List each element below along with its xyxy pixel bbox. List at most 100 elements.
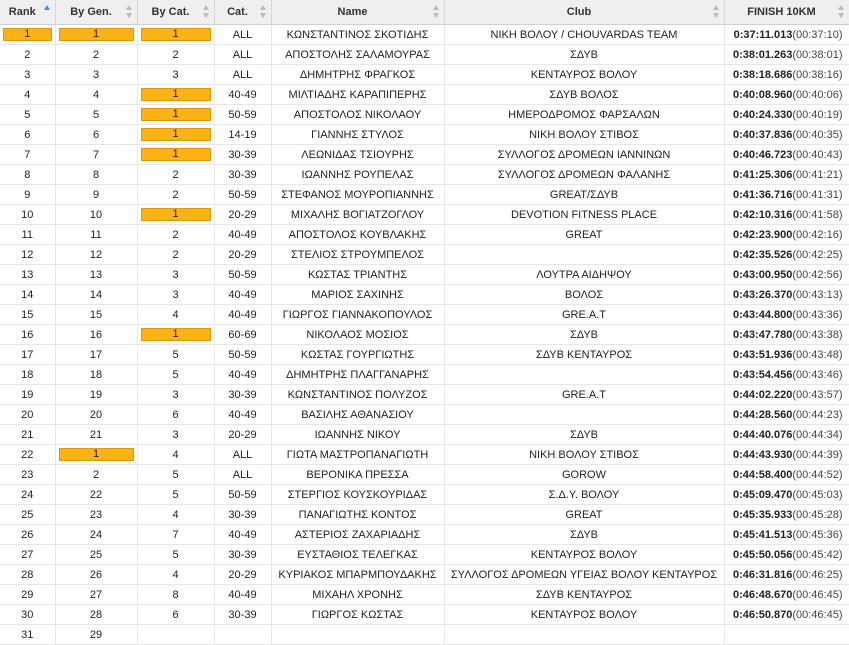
column-header-cat[interactable]: Cat. — [214, 0, 272, 25]
table-row[interactable]: 1 1 1 ALL ΚΩΝΣΤΑΝΤΙΝΟΣ ΣΚΟΤΙΔΗΣ ΝΙΚΗ ΒΟΛΟΥ / … — [0, 24, 849, 45]
table-row[interactable]: 26 24 7 40-49 ΑΣΤΕΡΙΟΣ ΖΑΧΑΡΙΑΔΗΣ ΣΔΥΒ 0:45:41… — [0, 524, 849, 545]
cell-rank: 27 — [0, 544, 56, 565]
cell-finish-time: 0:40:46.723(00:40:43) — [724, 144, 849, 165]
cell-cat: ALL — [214, 24, 272, 45]
column-header-cat-label: Cat. — [227, 6, 248, 18]
finish-time: 0:45:09.470 — [733, 488, 793, 501]
cell-by-gen: 14 — [55, 284, 138, 305]
cell-by-gen: 21 — [55, 424, 138, 445]
table-row[interactable]: 24 22 5 50-59 ΣΤΕΡΓΙΟΣ ΚΟΥΣΚΟΥΡΙΔΑΣ Σ.Δ.Υ. ΒΟ… — [0, 484, 849, 505]
cell-by-cat: 8 — [137, 584, 215, 605]
cell-rank: 5 — [0, 104, 56, 125]
table-row[interactable]: 17 17 5 50-59 ΚΩΣΤΑΣ ΓΟΥΡΓΙΩΤΗΣ ΣΔΥΒ ΚΕΝΤΑΥΡΟ… — [0, 344, 849, 365]
cell-by-cat: 1 — [137, 204, 215, 225]
cell-finish-time: 0:43:51.936(00:43:48) — [724, 344, 849, 365]
cell-name: ΓΙΩΡΓΟΣ ΚΩΣΤΑΣ — [271, 604, 445, 625]
cell-club: ΣΔΥΒ ΚΕΝΤΑΥΡΟΣ — [444, 584, 725, 605]
table-row[interactable]: 4 4 1 40-49 ΜΙΛΤΙΑΔΗΣ ΚΑΡΑΠΙΠΕΡΗΣ ΣΔΥΒ ΒΟΛΟΣ 0… — [0, 84, 849, 105]
cell-rank: 12 — [0, 244, 56, 265]
cell-rank: 16 — [0, 324, 56, 345]
highlight-badge: 1 — [140, 208, 211, 221]
cell-finish-time: 0:43:54.456(00:43:46) — [724, 364, 849, 385]
highlight-badge: 1 — [58, 448, 134, 461]
table-row[interactable]: 12 12 2 20-29 ΣΤΕΛΙΟΣ ΣΤΡΟΥΜΠΕΛΟΣ 0:42:35.526… — [0, 244, 849, 265]
cell-by-cat: 1 — [137, 144, 215, 165]
column-header-club[interactable]: Club — [444, 0, 725, 25]
table-row[interactable]: 27 25 5 30-39 ΕΥΣΤΑΘΙΟΣ ΤΕΛΕΓΚΑΣ ΚΕΝΤΑΥΡΟΣ ΒΟ… — [0, 544, 849, 565]
finish-time-net: (00:43:38) — [792, 328, 843, 341]
table-row[interactable]: 21 21 3 20-29 ΙΩΑΝΝΗΣ ΝΙΚΟΥ ΣΔΥΒ 0:44:40.076(0… — [0, 424, 849, 445]
column-header-name[interactable]: Name — [271, 0, 445, 25]
table-row[interactable]: 6 6 1 14-19 ΓΙΑΝΝΗΣ ΣΤΥΛΟΣ ΝΙΚΗ ΒΟΛΟΥ ΣΤΙΒΟΣ 0… — [0, 124, 849, 145]
table-row[interactable]: 9 9 2 50-59 ΣΤΕΦΑΝΟΣ ΜΟΥΡΟΠΙΑΝΝΗΣ GREAT/ΣΔΥΒ 0… — [0, 184, 849, 205]
column-header-rank[interactable]: Rank — [0, 0, 56, 25]
cell-rank: 9 — [0, 184, 56, 205]
table-row[interactable]: 7 7 1 30-39 ΛΕΩΝΙΔΑΣ ΤΣΙΟΥΡΗΣ ΣΥΛΛΟΓΟΣ ΔΡΟΜΕΩ… — [0, 144, 849, 165]
cell-rank: 23 — [0, 464, 56, 485]
table-row[interactable]: 3 3 3 ALL ΔΗΜΗΤΡΗΣ ΦΡΑΓΚΟΣ ΚΕΝΤΑΥΡΟΣ ΒΟΛΟΥ 0:3… — [0, 64, 849, 85]
cell-club: Σ.Δ.Υ. ΒΟΛΟΥ — [444, 484, 725, 505]
cell-by-gen: 27 — [55, 584, 138, 605]
cell-rank: 8 — [0, 164, 56, 185]
cell-by-cat: 1 — [137, 104, 215, 125]
cell-by-cat: 5 — [137, 544, 215, 565]
table-row[interactable]: 28 26 4 20-29 ΚΥΡΙΑΚΟΣ ΜΠΑΡΜΠΟΥΔΑΚΗΣ ΣΥΛΛΟΓΟΣ… — [0, 564, 849, 585]
cell-finish-time: 0:44:43.930(00:44:39) — [724, 444, 849, 465]
finish-time-net: (00:45:03) — [792, 488, 843, 501]
cell-rank: 29 — [0, 584, 56, 605]
cell-finish-time: 0:42:10.316(00:41:58) — [724, 204, 849, 225]
cell-rank: 26 — [0, 524, 56, 545]
cell-rank: 7 — [0, 144, 56, 165]
finish-time-net: (00:45:28) — [792, 508, 843, 521]
table-row[interactable]: 8 8 2 30-39 ΙΩΑΝΝΗΣ ΡΟΥΠΕΛΑΣ ΣΥΛΛΟΓΟΣ ΔΡΟΜΕΩΝ… — [0, 164, 849, 185]
cell-cat: 50-59 — [214, 104, 272, 125]
table-row[interactable]: 10 10 1 20-29 ΜΙΧΑΛΗΣ ΒΟΓΙΑΤΖΟΓΛΟΥ DEVOTION F… — [0, 204, 849, 225]
cell-by-cat: 3 — [137, 264, 215, 285]
table-row[interactable]: 30 28 6 30-39 ΓΙΩΡΓΟΣ ΚΩΣΤΑΣ ΚΕΝΤΑΥΡΟΣ ΒΟΛΟΥ 0… — [0, 604, 849, 625]
highlight-badge: 1 — [140, 148, 211, 161]
table-row[interactable]: 2 2 2 ALL ΑΠΟΣΤΟΛΗΣ ΣΑΛΑΜΟΥΡΑΣ ΣΔΥΒ 0:38:01.26… — [0, 44, 849, 65]
column-header-by-cat[interactable]: By Cat. — [137, 0, 215, 25]
cell-finish-time: 0:41:36.716(00:41:31) — [724, 184, 849, 205]
table-row[interactable]: 23 2 5 ALL ΒΕΡΟΝΙΚΑ ΠΡΕΣΣΑ GOROW 0:44:58.400(0… — [0, 464, 849, 485]
cell-finish-time: 0:40:24.330(00:40:19) — [724, 104, 849, 125]
table-row[interactable]: 18 18 5 40-49 ΔΗΜΗΤΡΗΣ ΠΛΑΓΓΑΝΑΡΗΣ 0:43:54.45… — [0, 364, 849, 385]
cell-finish-time: 0:45:35.933(00:45:28) — [724, 504, 849, 525]
cell-by-gen: 11 — [55, 224, 138, 245]
table-row[interactable]: 13 13 3 50-59 ΚΩΣΤΑΣ ΤΡΙΑΝΤΗΣ ΛΟΥΤΡΑ ΑΙΔΗΨΟΥ 0… — [0, 264, 849, 285]
column-header-rank-label: Rank — [8, 6, 36, 18]
column-header-finish[interactable]: FINISH 10KM — [724, 0, 849, 25]
cell-by-gen: 29 — [55, 624, 138, 645]
cell-cat: 40-49 — [214, 304, 272, 325]
cell-name: ΜΙΧΑΛΗΣ ΒΟΓΙΑΤΖΟΓΛΟΥ — [271, 204, 445, 225]
cell-name — [271, 624, 445, 645]
cell-by-cat: 3 — [137, 64, 215, 85]
table-row[interactable]: 14 14 3 40-49 ΜΑΡΙΟΣ ΣΑΧΙΝΗΣ ΒΟΛΟΣ 0:43:26.370… — [0, 284, 849, 305]
cell-finish-time: 0:38:18.686(00:38:16) — [724, 64, 849, 85]
cell-cat: ALL — [214, 444, 272, 465]
cell-name: ΚΩΣΤΑΣ ΓΟΥΡΓΙΩΤΗΣ — [271, 344, 445, 365]
cell-by-gen: 22 — [55, 484, 138, 505]
column-header-by-gen[interactable]: By Gen. — [55, 0, 138, 25]
table-row[interactable]: 31 29 — [0, 624, 849, 645]
table-row[interactable]: 5 5 1 50-59 ΑΠΟΣΤΟΛΟΣ ΝΙΚΟΛΑΟΥ ΗΜΕΡΟΔΡΟΜΟΣ ΦΑ… — [0, 104, 849, 125]
table-row[interactable]: 16 16 1 60-69 ΝΙΚΟΛΑΟΣ ΜΟΣΙΟΣ ΣΔΥΒ 0:43:47.780… — [0, 324, 849, 345]
cell-cat — [214, 624, 272, 645]
table-row[interactable]: 29 27 8 40-49 ΜΙΧΑΗΛ ΧΡΟΝΗΣ ΣΔΥΒ ΚΕΝΤΑΥΡΟΣ 0:4… — [0, 584, 849, 605]
table-row[interactable]: 15 15 4 40-49 ΓΙΩΡΓΟΣ ΓΙΑΝΝΑΚΟΠΟΥΛΟΣ GRE.A.T 0… — [0, 304, 849, 325]
table-row[interactable]: 22 1 4 ALL ΓΙΩΤΑ ΜΑΣΤΡΟΠΑΝΑΓΙΩΤΗ ΝΙΚΗ ΒΟΛΟΥ Σ… — [0, 444, 849, 465]
finish-time-net: (00:40:19) — [792, 108, 843, 121]
table-row[interactable]: 19 19 3 30-39 ΚΩΝΣΤΑΝΤΙΝΟΣ ΠΟΛΥΖΟΣ GRE.A.T 0:4… — [0, 384, 849, 405]
table-row[interactable]: 25 23 4 30-39 ΠΑΝΑΓΙΩΤΗΣ ΚΟΝΤΟΣ GREAT 0:45:35.… — [0, 504, 849, 525]
cell-by-gen: 18 — [55, 364, 138, 385]
cell-rank: 14 — [0, 284, 56, 305]
cell-cat: 40-49 — [214, 84, 272, 105]
table-row[interactable]: 20 20 6 40-49 ΒΑΣΙΛΗΣ ΑΘΑΝΑΣΙΟΥ 0:44:28.560(0… — [0, 404, 849, 425]
cell-name: ΣΤΕΡΓΙΟΣ ΚΟΥΣΚΟΥΡΙΔΑΣ — [271, 484, 445, 505]
cell-by-gen: 6 — [55, 124, 138, 145]
finish-time: 0:44:28.560 — [733, 408, 793, 421]
cell-club: ΒΟΛΟΣ — [444, 284, 725, 305]
cell-club: ΝΙΚΗ ΒΟΛΟΥ ΣΤΙΒΟΣ — [444, 444, 725, 465]
finish-time-net: (00:45:36) — [792, 528, 843, 541]
table-row[interactable]: 11 11 2 40-49 ΑΠΟΣΤΟΛΟΣ ΚΟΥΒΛΑΚΗΣ GREAT 0:42:2… — [0, 224, 849, 245]
